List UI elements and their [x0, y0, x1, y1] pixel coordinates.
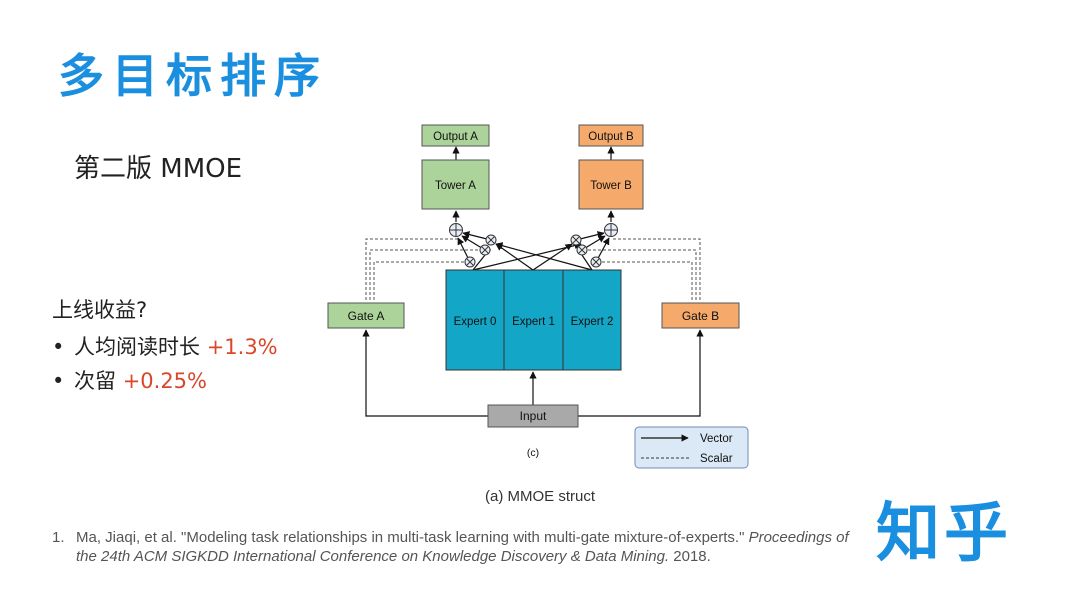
- merge-nodes: [449, 223, 618, 268]
- tower-b-label: Tower B: [590, 180, 632, 192]
- tower-b-box: Tower B: [578, 159, 644, 210]
- panel-label: (c): [527, 447, 539, 459]
- expert-0-label: Expert 0: [454, 316, 497, 328]
- output-a-box: Output A: [421, 124, 490, 147]
- expert-1-label: Expert 1: [512, 316, 555, 328]
- legend: Vector Scalar: [634, 426, 749, 469]
- output-a-label: Output A: [433, 131, 478, 143]
- legend-vector-label: Vector: [700, 433, 733, 445]
- expert-2-label: Expert 2: [571, 316, 614, 328]
- reference-authors-title: Ma, Jiaqi, et al. "Modeling task relatio…: [76, 529, 749, 546]
- legend-scalar-label: Scalar: [700, 453, 733, 465]
- reference: 1. Ma, Jiaqi, et al. "Modeling task rela…: [52, 528, 852, 566]
- input-box: Input: [487, 404, 579, 428]
- reference-number: 1.: [52, 529, 65, 546]
- gate-a-label: Gate A: [348, 309, 385, 323]
- input-label: Input: [520, 409, 547, 423]
- gate-b-box: Gate B: [661, 302, 740, 329]
- output-b-box: Output B: [578, 124, 644, 147]
- tower-a-box: Tower A: [421, 159, 490, 210]
- output-b-label: Output B: [588, 131, 634, 143]
- tower-a-label: Tower A: [435, 180, 476, 192]
- reference-text: Ma, Jiaqi, et al. "Modeling task relatio…: [76, 528, 852, 566]
- gate-b-label: Gate B: [682, 309, 719, 323]
- reference-year: 2018.: [669, 548, 711, 565]
- zhihu-logo: 知乎: [876, 497, 1012, 571]
- experts-block: Expert 0 Expert 1 Expert 2: [445, 269, 622, 371]
- gate-a-box: Gate A: [327, 302, 405, 329]
